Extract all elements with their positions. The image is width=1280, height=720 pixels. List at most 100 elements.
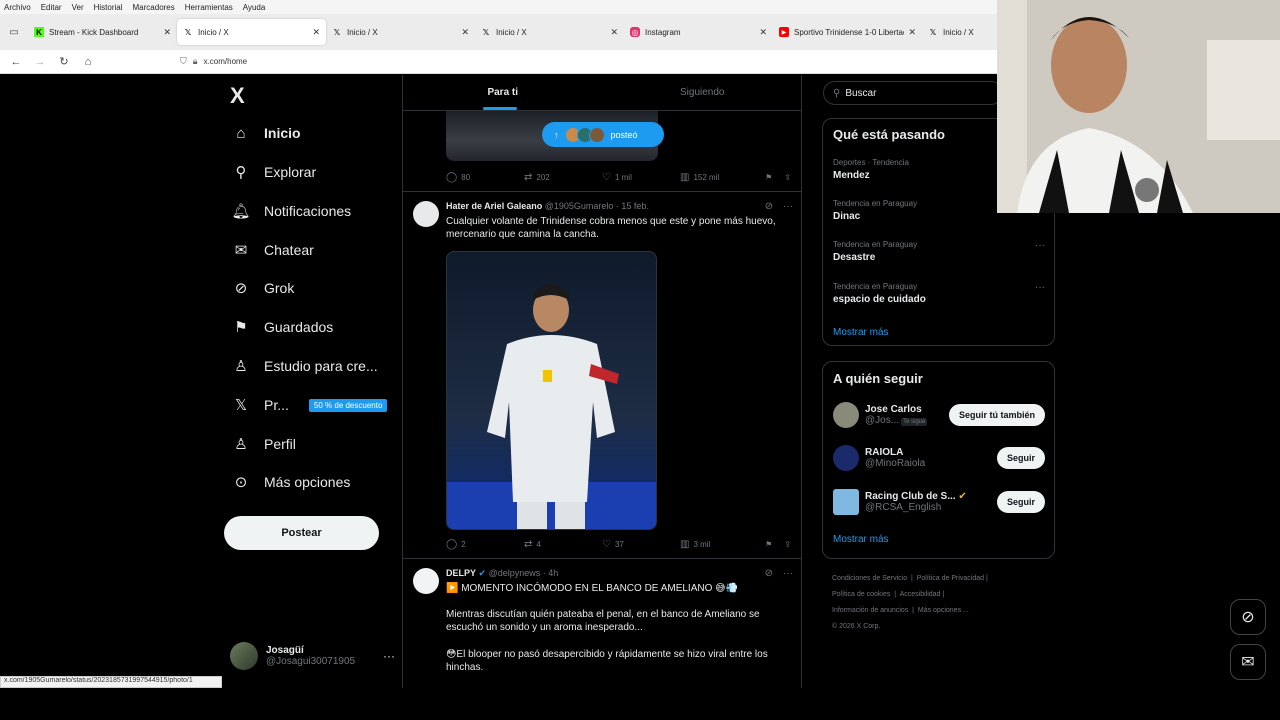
sidebar-item-chatear[interactable]: ✉ Chatear — [232, 241, 314, 259]
tweet-author[interactable]: Hater de Ariel Galeano — [446, 201, 542, 211]
address-bar[interactable]: ⛉ 🔒︎ x.com/home — [180, 56, 247, 67]
more-icon[interactable]: ··· — [1035, 282, 1045, 293]
tab-overview-icon[interactable]: ▭ — [0, 14, 28, 50]
forward-icon[interactable]: → — [28, 56, 52, 68]
sidebar-item-grok[interactable]: ⊘ Grok — [232, 279, 295, 297]
follow-suggestion[interactable]: RAIOLA @MinoRaiola Seguir — [833, 443, 1045, 473]
follow-suggestion[interactable]: Jose Carlos @Jos... Te sigue Seguir tú ta… — [833, 400, 1045, 430]
trend-item[interactable]: Tendencia en Paraguay espacio de cuidado… — [833, 282, 1045, 305]
trend-title: espacio de cuidado — [833, 294, 926, 305]
follow-suggestion[interactable]: Racing Club de S... ✔ @RCSA_English Segu… — [833, 487, 1045, 517]
more-icon[interactable]: ··· — [1035, 240, 1045, 251]
menu-ayuda[interactable]: Ayuda — [243, 3, 266, 12]
browser-menubar: Archivo Editar Ver Historial Marcadores … — [0, 0, 997, 14]
tweet-handle[interactable]: @1905Gumarelo — [545, 201, 614, 211]
reply-button[interactable]: ◯ 2 — [446, 539, 524, 550]
sidebar-item-label: Inicio — [264, 125, 301, 141]
browser-tab[interactable]: ▶ Sportivo Trinidense 1-0 Libertad ✕ — [773, 19, 922, 45]
reply-button[interactable]: ◯ 80 — [446, 172, 524, 183]
close-icon[interactable]: ✕ — [908, 27, 916, 38]
views-button[interactable]: ▥ 152 mil — [680, 172, 758, 183]
show-more-link[interactable]: Mostrar más — [833, 327, 889, 338]
footer-link[interactable]: Accesibilidad — [900, 591, 941, 598]
tweet-time[interactable]: 15 feb. — [621, 201, 649, 211]
back-icon[interactable]: ← — [4, 56, 28, 68]
close-icon[interactable]: ✕ — [461, 27, 469, 38]
home-browser-icon[interactable]: ⌂ — [76, 56, 100, 68]
account-switcher[interactable]: Josagüí @Josagui30071905 ··· — [230, 641, 395, 671]
follow-button[interactable]: Seguir — [996, 491, 1045, 513]
grok-icon[interactable]: ⊘ — [765, 201, 773, 212]
browser-tab[interactable]: K Stream - Kick Dashboard ✕ — [28, 19, 177, 45]
tweet-handle[interactable]: @delpynews — [489, 568, 541, 578]
x-logo-icon[interactable]: X — [230, 83, 245, 109]
tab-title: Instagram — [645, 27, 681, 37]
bookmark-icon[interactable]: ⚑ — [765, 540, 772, 549]
menu-archivo[interactable]: Archivo — [4, 3, 31, 12]
tab-para-ti[interactable]: Para ti — [403, 75, 603, 110]
footer-link[interactable]: Política de Privacidad — [917, 575, 984, 582]
close-icon[interactable]: ✕ — [759, 27, 767, 38]
x-icon: 𝕏 — [333, 27, 341, 37]
more-icon[interactable]: ··· — [383, 649, 395, 663]
sidebar-item-notificaciones[interactable]: 🔔︎ Notificaciones — [231, 202, 351, 220]
menu-marcadores[interactable]: Marcadores — [133, 3, 175, 12]
follow-name: Jose Carlos — [865, 404, 922, 415]
new-posts-pill[interactable]: ↑ posteó — [542, 122, 664, 147]
trend-item[interactable]: Tendencia en Paraguay Desastre ··· — [833, 240, 1045, 263]
follow-button[interactable]: Seguir — [996, 447, 1045, 469]
footer-link[interactable]: Política de cookies — [832, 591, 890, 598]
browser-tab[interactable]: 𝕏 Inicio / X ✕ — [177, 19, 326, 45]
sidebar-item-guardados[interactable]: ⚑ Guardados — [232, 318, 333, 336]
menu-ver[interactable]: Ver — [72, 3, 84, 12]
tab-siguiendo[interactable]: Siguiendo — [603, 75, 803, 110]
trend-meta: Tendencia en Paraguay — [833, 240, 918, 249]
tweet-time[interactable]: 4h — [548, 568, 558, 578]
grok-icon[interactable]: ⊘ — [765, 568, 773, 579]
footer-link[interactable]: Condiciones de Servicio — [832, 575, 907, 582]
tweet-image[interactable] — [446, 251, 657, 530]
like-button[interactable]: ♡ 37 — [602, 539, 680, 550]
sidebar-item-mas-opciones[interactable]: ⊙ Más opciones — [232, 473, 351, 491]
browser-tab[interactable]: ◎ Instagram ✕ — [624, 19, 773, 45]
follow-handle: @RCSA_English — [865, 502, 942, 513]
reload-icon[interactable]: ↻ — [52, 55, 76, 68]
tweet[interactable]: DELPY ✔ @delpynews · 4h ⊘ ··· ▶️ MOMENTO… — [413, 568, 793, 688]
tweet-author[interactable]: DELPY — [446, 568, 476, 578]
sidebar-item-inicio[interactable]: ⌂ Inicio — [232, 124, 301, 142]
menu-editar[interactable]: Editar — [41, 3, 62, 12]
repost-button[interactable]: ⇄ 202 — [524, 172, 602, 183]
bookmark-icon[interactable]: ⚑ — [765, 173, 772, 182]
sidebar-item-estudio[interactable]: ♙ Estudio para cre... — [232, 357, 377, 375]
browser-tab[interactable]: 𝕏 Inicio / X ✕ — [475, 19, 624, 45]
repost-button[interactable]: ⇄ 4 — [524, 539, 602, 550]
share-icon[interactable]: ⇪ — [784, 540, 791, 549]
messages-fab-button[interactable]: ✉ — [1230, 644, 1266, 680]
browser-tab[interactable]: 𝕏 Inicio / X ✕ — [326, 19, 475, 45]
sidebar-item-perfil[interactable]: ♙ Perfil — [232, 435, 296, 453]
views-button[interactable]: ▥ 3 mil — [680, 539, 758, 550]
close-icon[interactable]: ✕ — [312, 27, 320, 38]
browser-tab[interactable]: 𝕏 Inicio / X — [922, 19, 984, 45]
menu-herramientas[interactable]: Herramientas — [185, 3, 233, 12]
follow-title: A quién seguir — [833, 371, 923, 386]
sidebar-item-premium[interactable]: 𝕏 Pr... 50 % de descuento — [232, 396, 388, 414]
close-icon[interactable]: ✕ — [163, 27, 171, 38]
close-icon[interactable]: ✕ — [610, 27, 618, 38]
more-icon[interactable]: ··· — [783, 568, 793, 579]
post-button[interactable]: Postear — [224, 516, 379, 550]
footer-link[interactable]: Información de anuncios — [832, 607, 908, 614]
share-icon[interactable]: ⇪ — [784, 173, 791, 182]
more-icon[interactable]: ··· — [783, 201, 793, 212]
tweet-header: DELPY ✔ @delpynews · 4h — [446, 568, 559, 578]
grok-fab-button[interactable]: ⊘ — [1230, 599, 1266, 635]
footer-link[interactable]: Más opciones ... — [918, 607, 969, 614]
sidebar-item-explorar[interactable]: ⚲ Explorar — [232, 163, 317, 181]
tweet-text: Mientras discutían quién pateaba el pena… — [446, 609, 760, 633]
search-input[interactable]: ⚲ Buscar — [823, 81, 1003, 105]
like-button[interactable]: ♡ 1 mil — [602, 172, 680, 183]
reply-count: 80 — [461, 173, 471, 182]
show-more-link[interactable]: Mostrar más — [833, 534, 889, 545]
menu-historial[interactable]: Historial — [94, 3, 123, 12]
follow-back-button[interactable]: Seguir tú también — [948, 404, 1045, 426]
